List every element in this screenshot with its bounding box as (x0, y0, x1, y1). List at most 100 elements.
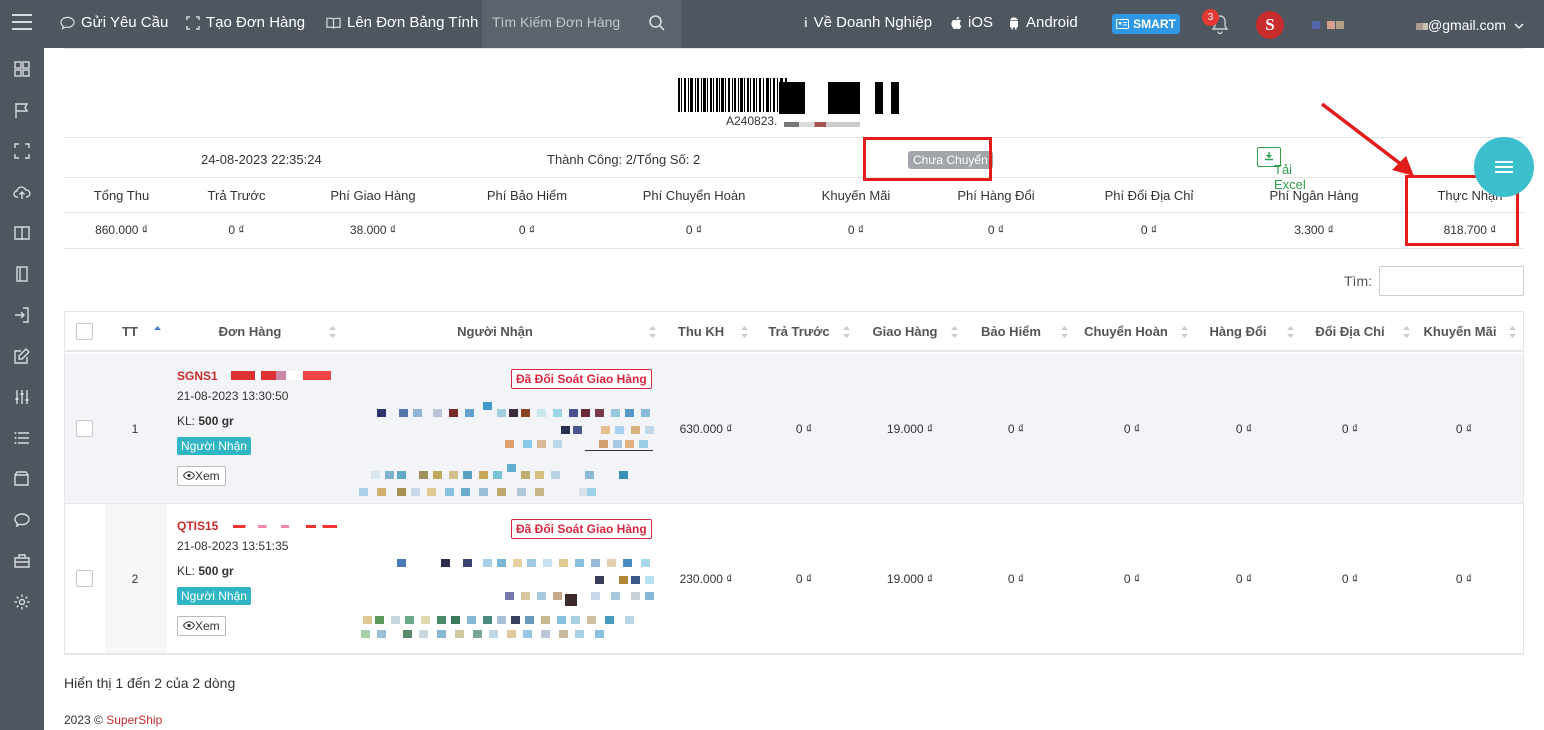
recipient-redacted (607, 559, 616, 567)
apple-icon (951, 16, 962, 29)
recipient-redacted (631, 426, 640, 434)
view-button[interactable]: Xem (177, 466, 226, 486)
menu-toggle-icon[interactable] (12, 14, 32, 34)
sort-icon[interactable] (649, 325, 656, 339)
recipient-redacted (427, 488, 436, 496)
info-icon: i (804, 15, 808, 30)
order-search-input[interactable] (492, 14, 642, 30)
brand-link[interactable]: SuperShip (106, 713, 162, 727)
recipient-redacted (535, 471, 544, 479)
column-header[interactable]: Đổi Địa Chỉ (1305, 312, 1395, 352)
sidebar-item-expand[interactable] (0, 130, 44, 171)
cell-return: 0 ₫ (1123, 572, 1141, 586)
link-about-business[interactable]: i Về Doanh Nghiệp (804, 14, 932, 31)
nav-send-request[interactable]: Gửi Yêu Cầu (60, 14, 168, 31)
brand-logo[interactable]: S (1256, 11, 1284, 39)
order-code: A240823. (726, 114, 778, 128)
sidebar-item-briefcase[interactable] (0, 540, 44, 581)
recipient-redacted (437, 630, 446, 638)
download-excel-button[interactable]: Tải Excel (1257, 147, 1306, 192)
link-ios[interactable]: iOS (950, 14, 993, 31)
recipient-redacted (437, 616, 446, 624)
search-icon[interactable] (648, 14, 666, 32)
recipient-redacted (483, 402, 492, 410)
recipient-redacted (445, 488, 454, 496)
column-header[interactable]: Chuyển Hoàn (1081, 312, 1171, 352)
order-id-link[interactable]: SGNS1 (177, 369, 218, 383)
order-id-link[interactable]: QTIS15 (177, 519, 218, 533)
sort-icon[interactable] (1509, 325, 1516, 339)
sort-icon[interactable] (843, 325, 850, 339)
recipient-redacted (517, 488, 526, 496)
sidebar-item-dashboard[interactable] (0, 48, 44, 89)
select-all-checkbox[interactable] (76, 323, 93, 340)
expand-icon (14, 142, 30, 159)
recipient-redacted (645, 592, 654, 600)
language-flag[interactable] (1312, 21, 1320, 29)
sort-asc-icon[interactable] (154, 325, 161, 339)
recipient-redacted (641, 559, 650, 567)
sidebar-item-notebook[interactable] (0, 253, 44, 294)
recipient-redacted (405, 616, 414, 624)
recipient-redacted (463, 559, 472, 567)
recipient-redacted (377, 630, 386, 638)
recipient-redacted (483, 559, 492, 567)
recipient-redacted (613, 440, 622, 448)
sidebar-item-sliders[interactable] (0, 376, 44, 417)
chevron-down-icon (1514, 23, 1524, 29)
sidebar-item-flag[interactable] (0, 89, 44, 130)
sort-icon[interactable] (741, 325, 748, 339)
sort-icon[interactable] (1287, 325, 1294, 339)
view-button[interactable]: Xem (177, 616, 226, 636)
weight-label: KL: (177, 414, 196, 428)
table-row[interactable]: 2 QTIS15 21-08-2023 13:51:35 KL: 500 gr … (65, 504, 1523, 654)
recipient-redacted (601, 426, 610, 434)
table-search-input[interactable] (1379, 266, 1524, 296)
recipient-redacted (595, 630, 604, 638)
column-header[interactable]: Thu KH (669, 312, 733, 352)
nav-spreadsheet-order[interactable]: Lên Đơn Bảng Tính (326, 14, 478, 31)
language-flag-alt[interactable] (1327, 21, 1335, 29)
row-checkbox[interactable] (76, 570, 93, 587)
cell-collect: 230.000 ₫ (679, 572, 733, 586)
sidebar-item-list[interactable] (0, 417, 44, 458)
recipient-redacted (465, 409, 474, 417)
sidebar-item-wallet[interactable] (0, 458, 44, 499)
redaction (891, 82, 899, 114)
language-flag-alt2[interactable] (1336, 21, 1344, 29)
nav-create-order[interactable]: Tạo Đơn Hàng (186, 14, 305, 31)
table-row[interactable]: 1 SGNS1 21-08-2023 13:30:50 KL: 500 gr N… (65, 354, 1523, 504)
user-menu[interactable]: @gmail.com (1416, 17, 1524, 33)
link-android[interactable]: Android (1008, 14, 1078, 31)
sort-icon[interactable] (1061, 325, 1068, 339)
column-header[interactable]: Người Nhận (395, 312, 595, 352)
column-header[interactable]: Bảo Hiểm (973, 312, 1049, 352)
sidebar-item-upload[interactable] (0, 171, 44, 212)
sidebar-item-chat[interactable] (0, 499, 44, 540)
column-header[interactable]: Trả Trước (759, 312, 839, 352)
sort-icon[interactable] (951, 325, 958, 339)
column-header[interactable]: Khuyến Mãi (1417, 312, 1503, 352)
recipient-redacted (377, 409, 386, 417)
floating-menu-button[interactable] (1474, 137, 1534, 197)
column-header[interactable]: Hàng Đổi (1201, 312, 1275, 352)
row-checkbox[interactable] (76, 420, 93, 437)
sidebar-item-edit[interactable] (0, 335, 44, 376)
column-header[interactable]: Giao Hàng (865, 312, 945, 352)
sidebar-item-book[interactable] (0, 212, 44, 253)
weight-label: KL: (177, 564, 196, 578)
sort-icon[interactable] (1181, 325, 1188, 339)
sidebar-item-settings[interactable] (0, 581, 44, 622)
recipient-redacted (371, 471, 380, 479)
column-header[interactable]: Đơn Hàng (185, 312, 315, 352)
recipient-redacted (605, 616, 614, 624)
recipient-redacted (473, 630, 482, 638)
recipient-redacted (565, 594, 577, 606)
sort-icon[interactable] (329, 325, 336, 339)
sort-icon[interactable] (1403, 325, 1410, 339)
column-header[interactable]: TT (105, 312, 155, 352)
sidebar-item-sign-in[interactable] (0, 294, 44, 335)
recipient-redacted (509, 409, 518, 417)
smart-button[interactable]: SMART (1112, 14, 1180, 34)
recipient-redacted (497, 409, 506, 417)
